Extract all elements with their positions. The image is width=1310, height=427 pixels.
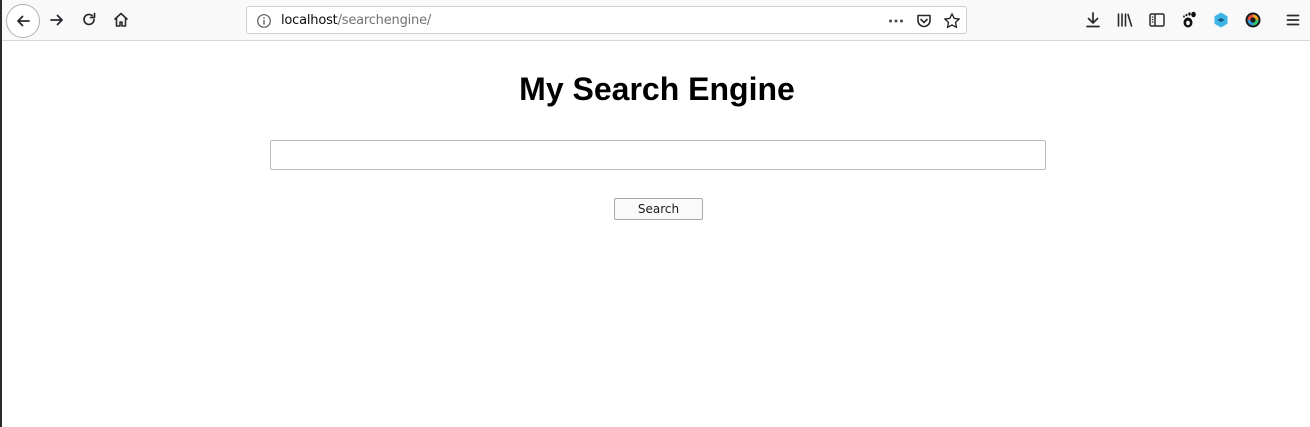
library-icon [1117,13,1133,27]
extension-colorwheel-button[interactable] [1238,5,1268,35]
downloads-button[interactable] [1078,5,1108,35]
reload-icon [83,12,96,26]
library-button[interactable] [1110,5,1140,35]
browser-toolbar: localhost/searchengine/ [2,0,1310,41]
forward-arrow-icon [50,14,63,26]
info-icon[interactable] [254,11,274,31]
more-dots-icon[interactable] [886,11,906,31]
cube-extension-icon [1214,12,1228,28]
extension-gnome-button[interactable] [1174,5,1204,35]
menu-button[interactable] [1278,5,1308,35]
url-path: /searchengine/ [337,13,432,28]
forward-button[interactable] [42,5,72,35]
back-button[interactable] [6,4,40,38]
download-icon [1086,12,1100,28]
color-wheel-icon [1245,12,1261,28]
page-content: My Search Engine Search [2,41,1310,427]
url-text[interactable]: localhost/searchengine/ [281,13,431,28]
reload-button[interactable] [74,5,104,35]
extension-cube-button[interactable] [1206,5,1236,35]
back-arrow-icon [17,15,30,27]
sidebar-button[interactable] [1142,5,1172,35]
page-title: My Search Engine [519,71,795,107]
hamburger-menu-icon [1286,14,1300,26]
pocket-icon[interactable] [914,11,934,31]
url-host: localhost [281,13,338,28]
home-icon [113,12,129,27]
url-bar[interactable]: localhost/searchengine/ [246,6,967,34]
gnome-foot-icon [1183,11,1196,28]
home-button[interactable] [106,5,136,35]
browser-window: localhost/searchengine/ My Search Engine… [0,0,1310,427]
search-input[interactable] [270,140,1046,170]
search-button[interactable]: Search [614,198,703,220]
star-icon[interactable] [942,11,962,31]
sidebar-icon [1149,13,1165,27]
